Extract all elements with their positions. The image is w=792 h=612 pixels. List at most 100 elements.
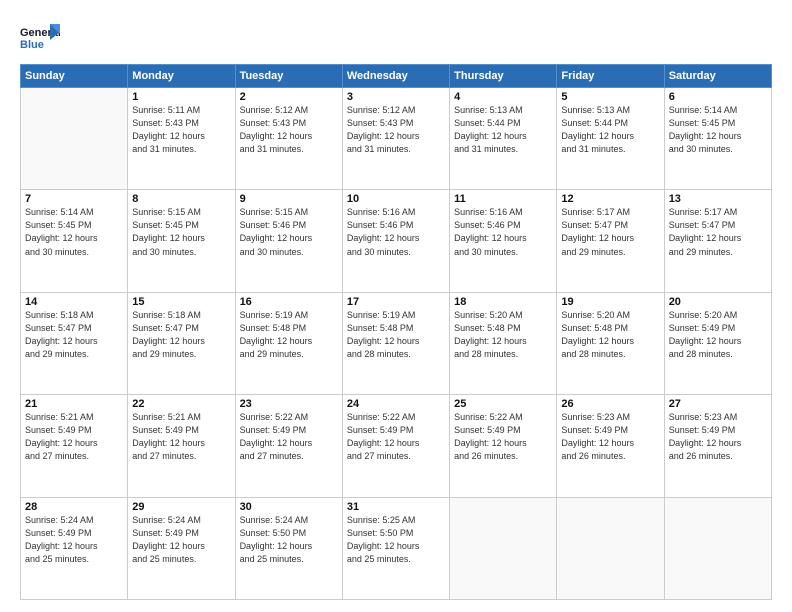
day-info: Sunrise: 5:22 AMSunset: 5:49 PMDaylight:…	[454, 411, 552, 463]
day-info: Sunrise: 5:20 AMSunset: 5:48 PMDaylight:…	[454, 309, 552, 361]
day-info: Sunrise: 5:16 AMSunset: 5:46 PMDaylight:…	[454, 206, 552, 258]
calendar-cell: 21Sunrise: 5:21 AMSunset: 5:49 PMDayligh…	[21, 395, 128, 497]
day-number: 10	[347, 193, 445, 205]
week-row-4: 21Sunrise: 5:21 AMSunset: 5:49 PMDayligh…	[21, 395, 772, 497]
day-number: 28	[25, 501, 123, 513]
day-info: Sunrise: 5:17 AMSunset: 5:47 PMDaylight:…	[669, 206, 767, 258]
day-number: 26	[561, 398, 659, 410]
calendar-cell: 15Sunrise: 5:18 AMSunset: 5:47 PMDayligh…	[128, 292, 235, 394]
page: GeneralBlue SundayMondayTuesdayWednesday…	[0, 0, 792, 612]
calendar-cell: 11Sunrise: 5:16 AMSunset: 5:46 PMDayligh…	[450, 190, 557, 292]
day-info: Sunrise: 5:21 AMSunset: 5:49 PMDaylight:…	[25, 411, 123, 463]
day-info: Sunrise: 5:15 AMSunset: 5:46 PMDaylight:…	[240, 206, 338, 258]
calendar-cell: 9Sunrise: 5:15 AMSunset: 5:46 PMDaylight…	[235, 190, 342, 292]
header-row: SundayMondayTuesdayWednesdayThursdayFrid…	[21, 65, 772, 88]
day-header-friday: Friday	[557, 65, 664, 88]
day-info: Sunrise: 5:17 AMSunset: 5:47 PMDaylight:…	[561, 206, 659, 258]
day-info: Sunrise: 5:14 AMSunset: 5:45 PMDaylight:…	[669, 104, 767, 156]
calendar-cell	[664, 497, 771, 599]
calendar-cell: 20Sunrise: 5:20 AMSunset: 5:49 PMDayligh…	[664, 292, 771, 394]
day-info: Sunrise: 5:21 AMSunset: 5:49 PMDaylight:…	[132, 411, 230, 463]
day-header-tuesday: Tuesday	[235, 65, 342, 88]
day-info: Sunrise: 5:18 AMSunset: 5:47 PMDaylight:…	[25, 309, 123, 361]
week-row-5: 28Sunrise: 5:24 AMSunset: 5:49 PMDayligh…	[21, 497, 772, 599]
header: GeneralBlue	[20, 16, 772, 56]
day-number: 19	[561, 296, 659, 308]
week-row-2: 7Sunrise: 5:14 AMSunset: 5:45 PMDaylight…	[21, 190, 772, 292]
day-number: 1	[132, 91, 230, 103]
calendar-cell: 7Sunrise: 5:14 AMSunset: 5:45 PMDaylight…	[21, 190, 128, 292]
calendar-cell: 18Sunrise: 5:20 AMSunset: 5:48 PMDayligh…	[450, 292, 557, 394]
day-info: Sunrise: 5:14 AMSunset: 5:45 PMDaylight:…	[25, 206, 123, 258]
day-number: 21	[25, 398, 123, 410]
calendar-cell: 12Sunrise: 5:17 AMSunset: 5:47 PMDayligh…	[557, 190, 664, 292]
calendar-cell: 25Sunrise: 5:22 AMSunset: 5:49 PMDayligh…	[450, 395, 557, 497]
svg-text:Blue: Blue	[20, 39, 44, 51]
calendar-cell: 26Sunrise: 5:23 AMSunset: 5:49 PMDayligh…	[557, 395, 664, 497]
day-number: 20	[669, 296, 767, 308]
day-number: 6	[669, 91, 767, 103]
day-header-thursday: Thursday	[450, 65, 557, 88]
calendar-cell	[557, 497, 664, 599]
day-info: Sunrise: 5:12 AMSunset: 5:43 PMDaylight:…	[240, 104, 338, 156]
day-number: 31	[347, 501, 445, 513]
day-number: 11	[454, 193, 552, 205]
calendar-cell: 23Sunrise: 5:22 AMSunset: 5:49 PMDayligh…	[235, 395, 342, 497]
calendar-cell: 2Sunrise: 5:12 AMSunset: 5:43 PMDaylight…	[235, 88, 342, 190]
day-info: Sunrise: 5:16 AMSunset: 5:46 PMDaylight:…	[347, 206, 445, 258]
calendar-cell: 3Sunrise: 5:12 AMSunset: 5:43 PMDaylight…	[342, 88, 449, 190]
day-number: 16	[240, 296, 338, 308]
calendar-cell: 29Sunrise: 5:24 AMSunset: 5:49 PMDayligh…	[128, 497, 235, 599]
day-number: 5	[561, 91, 659, 103]
day-number: 23	[240, 398, 338, 410]
day-number: 4	[454, 91, 552, 103]
calendar-cell: 24Sunrise: 5:22 AMSunset: 5:49 PMDayligh…	[342, 395, 449, 497]
calendar-cell: 5Sunrise: 5:13 AMSunset: 5:44 PMDaylight…	[557, 88, 664, 190]
day-number: 25	[454, 398, 552, 410]
day-info: Sunrise: 5:12 AMSunset: 5:43 PMDaylight:…	[347, 104, 445, 156]
day-info: Sunrise: 5:24 AMSunset: 5:50 PMDaylight:…	[240, 514, 338, 566]
day-number: 27	[669, 398, 767, 410]
day-number: 13	[669, 193, 767, 205]
day-number: 9	[240, 193, 338, 205]
day-info: Sunrise: 5:22 AMSunset: 5:49 PMDaylight:…	[240, 411, 338, 463]
day-number: 14	[25, 296, 123, 308]
calendar-cell: 16Sunrise: 5:19 AMSunset: 5:48 PMDayligh…	[235, 292, 342, 394]
calendar-cell: 31Sunrise: 5:25 AMSunset: 5:50 PMDayligh…	[342, 497, 449, 599]
day-header-wednesday: Wednesday	[342, 65, 449, 88]
day-info: Sunrise: 5:20 AMSunset: 5:48 PMDaylight:…	[561, 309, 659, 361]
day-number: 18	[454, 296, 552, 308]
day-number: 7	[25, 193, 123, 205]
day-info: Sunrise: 5:22 AMSunset: 5:49 PMDaylight:…	[347, 411, 445, 463]
day-header-sunday: Sunday	[21, 65, 128, 88]
day-number: 2	[240, 91, 338, 103]
calendar-cell: 22Sunrise: 5:21 AMSunset: 5:49 PMDayligh…	[128, 395, 235, 497]
calendar-cell: 27Sunrise: 5:23 AMSunset: 5:49 PMDayligh…	[664, 395, 771, 497]
calendar-cell: 28Sunrise: 5:24 AMSunset: 5:49 PMDayligh…	[21, 497, 128, 599]
calendar-cell: 13Sunrise: 5:17 AMSunset: 5:47 PMDayligh…	[664, 190, 771, 292]
week-row-1: 1Sunrise: 5:11 AMSunset: 5:43 PMDaylight…	[21, 88, 772, 190]
day-info: Sunrise: 5:23 AMSunset: 5:49 PMDaylight:…	[669, 411, 767, 463]
day-info: Sunrise: 5:23 AMSunset: 5:49 PMDaylight:…	[561, 411, 659, 463]
day-info: Sunrise: 5:20 AMSunset: 5:49 PMDaylight:…	[669, 309, 767, 361]
calendar-cell: 8Sunrise: 5:15 AMSunset: 5:45 PMDaylight…	[128, 190, 235, 292]
day-info: Sunrise: 5:24 AMSunset: 5:49 PMDaylight:…	[132, 514, 230, 566]
calendar-cell	[450, 497, 557, 599]
day-number: 15	[132, 296, 230, 308]
calendar-cell: 19Sunrise: 5:20 AMSunset: 5:48 PMDayligh…	[557, 292, 664, 394]
day-info: Sunrise: 5:24 AMSunset: 5:49 PMDaylight:…	[25, 514, 123, 566]
day-info: Sunrise: 5:11 AMSunset: 5:43 PMDaylight:…	[132, 104, 230, 156]
day-info: Sunrise: 5:19 AMSunset: 5:48 PMDaylight:…	[347, 309, 445, 361]
calendar-cell: 30Sunrise: 5:24 AMSunset: 5:50 PMDayligh…	[235, 497, 342, 599]
day-number: 22	[132, 398, 230, 410]
calendar-cell: 14Sunrise: 5:18 AMSunset: 5:47 PMDayligh…	[21, 292, 128, 394]
calendar-cell	[21, 88, 128, 190]
calendar-table: SundayMondayTuesdayWednesdayThursdayFrid…	[20, 64, 772, 600]
logo: GeneralBlue	[20, 20, 60, 56]
calendar-cell: 10Sunrise: 5:16 AMSunset: 5:46 PMDayligh…	[342, 190, 449, 292]
day-number: 29	[132, 501, 230, 513]
day-number: 8	[132, 193, 230, 205]
day-number: 17	[347, 296, 445, 308]
day-number: 3	[347, 91, 445, 103]
day-number: 12	[561, 193, 659, 205]
